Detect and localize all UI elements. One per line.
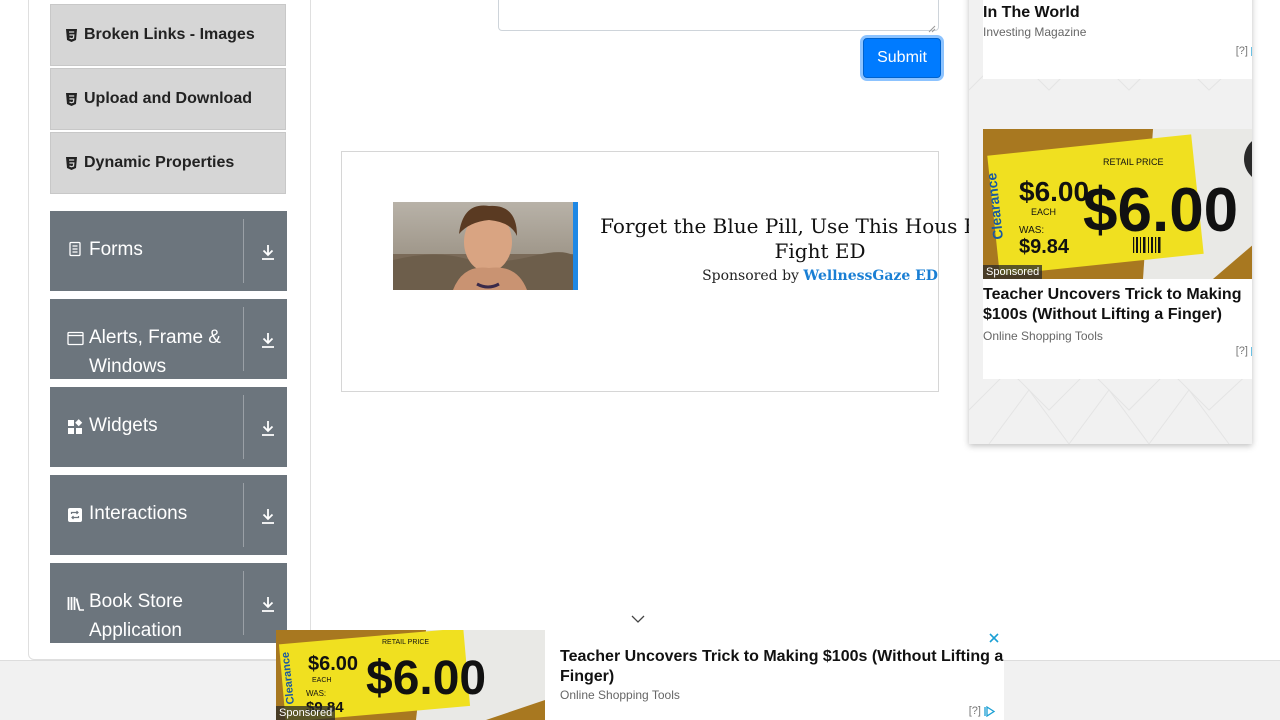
sponsored-tag: Sponsored	[276, 706, 336, 720]
tag-retail: RETAIL PRICE	[382, 639, 429, 646]
ad-source: Investing Magazine	[983, 25, 1087, 39]
ad-info-link[interactable]: [?]	[1236, 345, 1248, 357]
sidebar-item-label: Dynamic Properties	[84, 154, 235, 171]
divider	[243, 571, 244, 635]
tag-each: EACH	[1031, 207, 1056, 217]
resize-grip-icon[interactable]	[928, 20, 936, 33]
sidebar-group-alerts[interactable]: Alerts, Frame & Windows	[50, 299, 287, 379]
tag-price-small: $6.00	[1019, 176, 1089, 207]
sidebar-item-label: Broken Links - Images	[84, 26, 255, 43]
group-label: Widgets	[89, 415, 158, 436]
ad-source: Online Shopping Tools	[983, 329, 1103, 343]
sponsor-prefix: Sponsored by	[702, 268, 799, 284]
tag-price-small: $6.00	[308, 653, 358, 675]
download-icon[interactable]	[260, 419, 276, 437]
sponsored-tag: Sponsored	[983, 265, 1043, 279]
submit-button[interactable]: Submit	[863, 38, 941, 78]
ad-title[interactable]: In The World	[983, 3, 1252, 23]
download-icon[interactable]	[260, 243, 276, 261]
ad-title[interactable]: Teacher Uncovers Trick to Making $100s (…	[983, 285, 1252, 325]
sidebar-item-label: Upload and Download	[84, 90, 252, 107]
tag-was: WAS:	[1019, 225, 1044, 236]
group-label: Alerts, Frame & Windows	[89, 327, 221, 377]
sidebar-group-book-store[interactable]: Book Store Application	[50, 563, 287, 643]
ad-meta[interactable]: [?]	[1236, 345, 1252, 357]
ad-info-link[interactable]: [?]	[969, 705, 981, 717]
html5-icon	[65, 28, 77, 42]
message-textarea[interactable]	[498, 0, 939, 33]
right-ad-column: In The World Investing Magazine [?] Clea…	[969, 0, 1252, 444]
tag-price-large: $6.00	[1083, 176, 1238, 245]
bottom-ad[interactable]: Clearance $6.00 $6.00 RETAIL PRICE EACH …	[276, 630, 1004, 720]
sidebar-item-dynamic-properties[interactable]: Dynamic Properties	[50, 132, 286, 194]
group-label: Book Store Application	[89, 591, 183, 641]
divider	[243, 395, 244, 459]
ad-meta[interactable]: [?]	[969, 705, 996, 717]
ad-source: Online Shopping Tools	[560, 688, 680, 702]
divider	[243, 483, 244, 547]
tag-each: EACH	[312, 677, 331, 684]
price-tag-image[interactable]: Clearance $6.00 $6.00 RETAIL PRICE EACH …	[276, 630, 545, 720]
tag-was: WAS:	[306, 689, 326, 698]
ad-meta[interactable]: [?]	[1236, 45, 1252, 57]
window-icon	[67, 330, 84, 346]
adchoices-icon[interactable]	[984, 705, 996, 717]
interactions-icon	[67, 507, 83, 523]
books-icon	[67, 595, 85, 611]
download-icon[interactable]	[260, 595, 276, 613]
ad-title[interactable]: Teacher Uncovers Trick to Making $100s (…	[560, 647, 1010, 687]
sidebar-group-forms[interactable]: Forms	[50, 211, 287, 291]
sponsor-link[interactable]: WellnessGaze ED	[803, 268, 938, 284]
download-icon[interactable]	[260, 331, 276, 349]
divider	[243, 219, 244, 283]
sponsored-ad-box[interactable]: Forget the Blue Pill, Use This Hous Food…	[341, 151, 1040, 392]
group-label: Forms	[89, 239, 143, 260]
sidebar-group-interactions[interactable]: Interactions	[50, 475, 287, 555]
price-tag-image[interactable]: Clearance $6.00 $6.00 RETAIL PRICE EACH …	[983, 129, 1252, 279]
form-icon	[67, 241, 83, 257]
tag-price-large: $6.00	[366, 652, 486, 705]
ad-thumbnail[interactable]	[393, 202, 578, 290]
html5-icon	[65, 156, 77, 170]
download-icon[interactable]	[260, 507, 276, 525]
ad-card[interactable]: Clearance $6.00 $6.00 RETAIL PRICE EACH …	[983, 129, 1252, 379]
adchoices-icon[interactable]	[1251, 45, 1252, 57]
sidebar-group-widgets[interactable]: Widgets	[50, 387, 287, 467]
chevron-down-icon[interactable]	[630, 612, 646, 626]
adchoices-icon[interactable]	[1251, 345, 1252, 357]
close-icon[interactable]	[987, 631, 1001, 645]
tag-retail: RETAIL PRICE	[1103, 157, 1164, 167]
sidebar-item-upload-download[interactable]: Upload and Download	[50, 68, 286, 130]
tag-was-price: $9.84	[1019, 236, 1070, 258]
ad-info-link[interactable]: [?]	[1236, 45, 1248, 57]
group-label: Interactions	[89, 503, 188, 524]
html5-icon	[65, 92, 77, 106]
ad-card[interactable]: In The World Investing Magazine [?]	[983, 0, 1252, 79]
divider	[243, 307, 244, 371]
widgets-icon	[67, 419, 83, 435]
sidebar-item-broken-links[interactable]: Broken Links - Images	[50, 4, 286, 66]
